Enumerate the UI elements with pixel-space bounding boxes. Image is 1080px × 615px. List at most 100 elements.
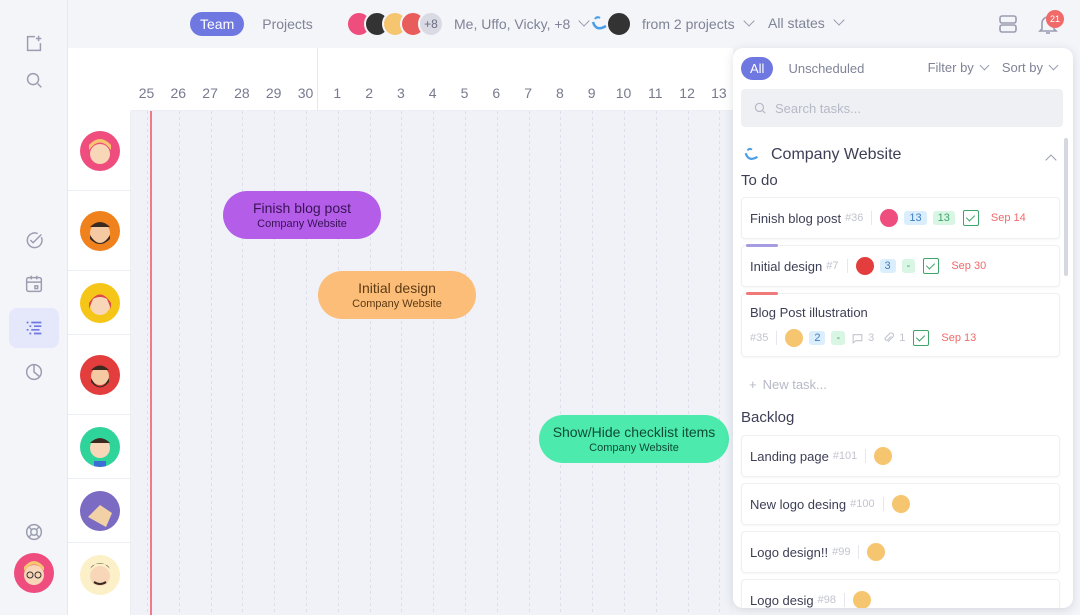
row-divider	[68, 542, 131, 543]
people-filter[interactable]: +8 Me, Uffo, Vicky, +8	[346, 11, 590, 37]
date-label: 8	[555, 85, 564, 101]
project-group-header[interactable]: Company Website	[743, 146, 901, 164]
people-filter-label: Me, Uffo, Vicky, +8	[454, 16, 571, 32]
date-label: 13	[711, 85, 727, 101]
task-number: #99	[832, 546, 851, 558]
row-divider	[68, 478, 131, 479]
task-title: Finish blog post	[750, 210, 842, 226]
grid-line	[401, 111, 403, 615]
comment-icon	[852, 333, 863, 344]
avatar[interactable]	[80, 355, 120, 395]
task-title: Blog Post illustration	[750, 304, 868, 320]
grid-line	[719, 111, 721, 615]
chevron-down-icon	[979, 60, 990, 71]
date-label: 4	[428, 85, 437, 101]
search-icon[interactable]	[20, 66, 48, 94]
search-input[interactable]	[775, 100, 1035, 116]
grid-line	[592, 111, 594, 615]
avatar	[785, 329, 804, 347]
tasks-check-icon[interactable]	[20, 226, 48, 254]
avatar	[891, 495, 910, 513]
task-bar-project: Company Website	[352, 298, 442, 310]
grid-line	[433, 111, 435, 615]
task-title: Logo desig	[750, 592, 814, 608]
section-title-backlog: Backlog	[741, 409, 795, 426]
done-count: -	[831, 331, 846, 345]
date-label: 27	[202, 85, 218, 101]
done-count: 13	[932, 211, 955, 225]
avatar[interactable]	[80, 491, 120, 531]
panel-scrollbar[interactable]	[1064, 138, 1068, 276]
project-logo-icon	[744, 147, 758, 160]
tab-all[interactable]: All	[741, 57, 774, 80]
states-filter-label: All states	[768, 15, 825, 31]
filter-by-dropdown[interactable]: Filter by	[928, 60, 990, 75]
timeline-grid: Finish blog post Company Website Initial…	[131, 111, 733, 615]
avatar[interactable]	[80, 555, 120, 595]
tab-team[interactable]: Team	[190, 12, 245, 36]
sort-by-label: Sort by	[1001, 60, 1043, 75]
task-card[interactable]: Logo desig #98	[741, 579, 1060, 608]
due-date: Sep 14	[990, 212, 1026, 224]
user-avatar[interactable]	[14, 553, 54, 593]
panel-sort-controls: Filter by Sort by	[928, 60, 1059, 75]
date-label: 5	[460, 85, 469, 101]
task-bar-finish-blog-post[interactable]: Finish blog post Company Website	[223, 191, 381, 239]
attachment-icon	[884, 331, 895, 342]
task-card[interactable]: Finish blog post #36 13 13 Sep 14	[741, 197, 1060, 239]
grid-line	[528, 111, 530, 615]
avatar[interactable]	[80, 283, 120, 323]
grid-line	[369, 111, 371, 615]
task-number: #101	[832, 450, 858, 462]
grid-line	[305, 111, 307, 615]
date-label: 28	[234, 85, 250, 101]
new-task-icon[interactable]	[20, 30, 48, 58]
task-card[interactable]: Blog Post illustration #35 2 - 3 1 Sep 1…	[741, 292, 1060, 357]
reports-chart-icon[interactable]	[20, 358, 48, 386]
collapse-chevron-icon[interactable]	[1045, 154, 1057, 166]
help-lifebuoy-icon[interactable]	[20, 518, 48, 546]
avatar[interactable]	[80, 131, 120, 171]
task-bar-title: Show/Hide checklist items	[552, 424, 716, 440]
grid-line	[146, 111, 148, 615]
date-label: 1	[333, 85, 342, 101]
avatar[interactable]	[80, 427, 120, 467]
projects-filter[interactable]: from 2 projects	[590, 11, 755, 37]
task-card[interactable]: Logo design!! #99	[741, 531, 1060, 573]
layout-toggle-icon[interactable]	[996, 12, 1020, 36]
task-card[interactable]: New logo desing #100	[741, 483, 1060, 525]
task-card[interactable]: Landing page #101	[741, 435, 1060, 477]
task-bar-show-hide-checklist[interactable]: Show/Hide checklist items Company Websit…	[539, 415, 729, 463]
status-bar	[746, 292, 778, 295]
new-task-button[interactable]: + New task...	[749, 377, 827, 392]
task-number: #7	[826, 260, 839, 272]
avatar	[852, 591, 871, 608]
states-filter[interactable]: All states	[768, 14, 845, 31]
date-label: 3	[396, 85, 405, 101]
task-bar-project: Company Website	[589, 442, 679, 454]
date-label: 6	[492, 85, 501, 101]
avatar[interactable]	[80, 211, 120, 251]
sort-by-dropdown[interactable]: Sort by	[1001, 60, 1059, 75]
calendar-icon[interactable]	[20, 270, 48, 298]
task-number: #98	[817, 594, 836, 606]
chevron-down-icon	[1048, 60, 1059, 71]
tab-projects[interactable]: Projects	[252, 12, 323, 36]
task-number: #100	[850, 498, 875, 510]
checklist-count: 3	[879, 259, 896, 273]
task-bar-initial-design[interactable]: Initial design Company Website	[318, 271, 476, 319]
grid-line	[496, 111, 498, 615]
grid-line	[560, 111, 562, 615]
search-icon	[754, 102, 766, 114]
timeline: 25 26 27 28 29 30 1 2 3 4 5 6 7 8 9 10 11 12 13	[68, 48, 733, 615]
timeline-icon[interactable]	[9, 308, 59, 348]
status-bar	[746, 244, 778, 247]
more-people-badge: +8	[418, 11, 444, 37]
project-name: Company Website	[771, 146, 902, 163]
task-card[interactable]: Initial design #7 3 - Sep 30	[741, 244, 1060, 287]
task-number: #36	[845, 212, 864, 224]
tab-unscheduled[interactable]: Unscheduled	[779, 57, 873, 80]
avatar	[874, 447, 893, 465]
task-bar-title: Finish blog post	[252, 200, 352, 216]
task-bar-title: Initial design	[358, 280, 436, 296]
